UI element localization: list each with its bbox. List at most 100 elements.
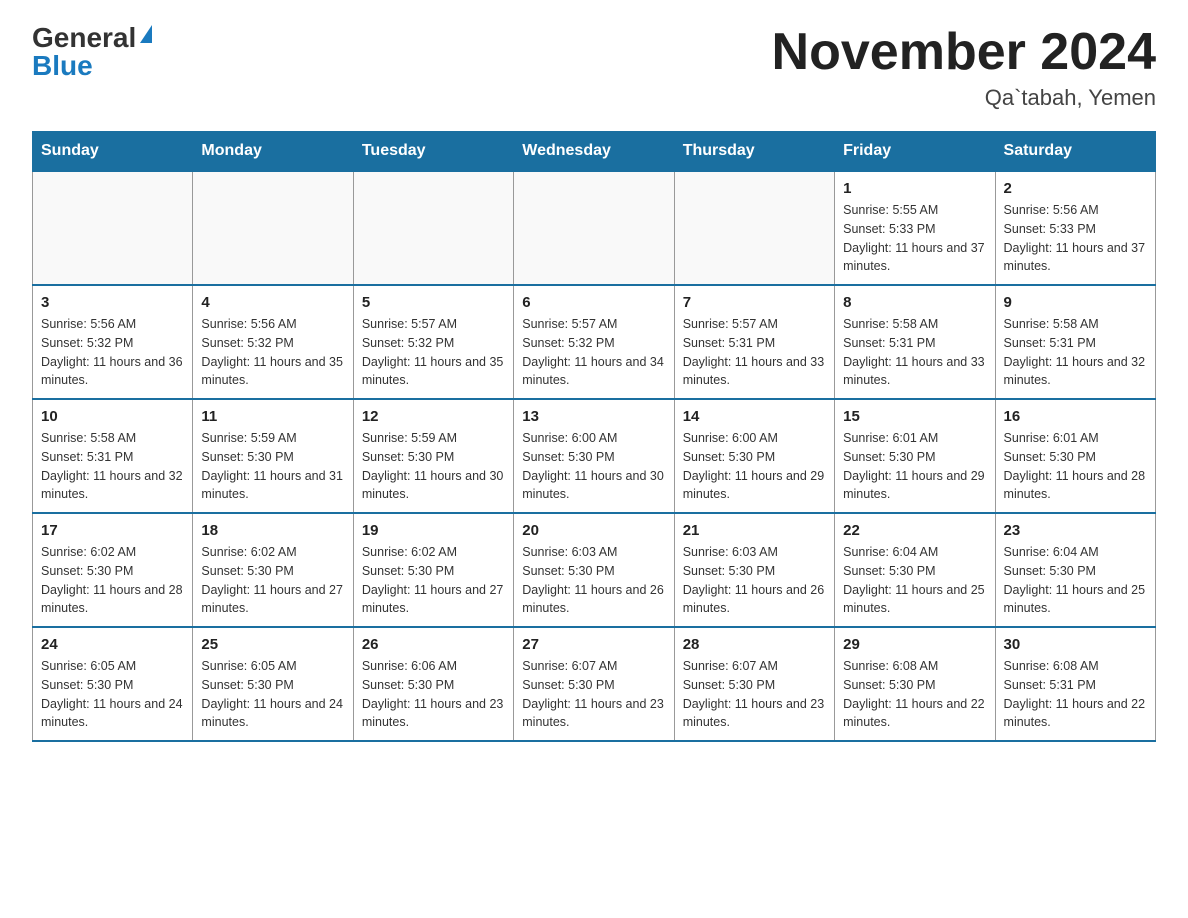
day-info: Sunrise: 6:03 AM Sunset: 5:30 PM Dayligh… — [683, 543, 826, 618]
calendar-cell: 14 Sunrise: 6:00 AM Sunset: 5:30 PM Dayli… — [674, 399, 834, 513]
calendar-cell: 29Sunrise: 6:08 AM Sunset: 5:30 PM Dayli… — [835, 627, 995, 741]
day-info: Sunrise: 6:06 AM Sunset: 5:30 PM Dayligh… — [362, 657, 505, 732]
calendar-cell: 23 Sunrise: 6:04 AM Sunset: 5:30 PM Dayli… — [995, 513, 1155, 627]
calendar-cell: 25Sunrise: 6:05 AM Sunset: 5:30 PM Dayli… — [193, 627, 353, 741]
day-number: 30 — [1004, 636, 1147, 653]
day-number: 28 — [683, 636, 826, 653]
day-number: 23 — [1004, 522, 1147, 539]
logo-blue-text: Blue — [32, 52, 93, 80]
calendar-day-header: Thursday — [674, 132, 834, 172]
day-number: 24 — [41, 636, 184, 653]
calendar-cell: 10Sunrise: 5:58 AM Sunset: 5:31 PM Dayli… — [33, 399, 193, 513]
day-info: Sunrise: 5:58 AM Sunset: 5:31 PM Dayligh… — [41, 429, 184, 504]
day-number: 20 — [522, 522, 665, 539]
day-info: Sunrise: 6:03 AM Sunset: 5:30 PM Dayligh… — [522, 543, 665, 618]
day-info: Sunrise: 6:00 AM Sunset: 5:30 PM Dayligh… — [522, 429, 665, 504]
calendar-cell: 9Sunrise: 5:58 AM Sunset: 5:31 PM Daylig… — [995, 285, 1155, 399]
day-info: Sunrise: 6:01 AM Sunset: 5:30 PM Dayligh… — [1004, 429, 1147, 504]
day-info: Sunrise: 6:00 AM Sunset: 5:30 PM Dayligh… — [683, 429, 826, 504]
calendar-cell: 8Sunrise: 5:58 AM Sunset: 5:31 PM Daylig… — [835, 285, 995, 399]
day-info: Sunrise: 6:01 AM Sunset: 5:30 PM Dayligh… — [843, 429, 986, 504]
calendar-cell: 1Sunrise: 5:55 AM Sunset: 5:33 PM Daylig… — [835, 171, 995, 285]
calendar-cell: 22 Sunrise: 6:04 AM Sunset: 5:30 PM Dayli… — [835, 513, 995, 627]
calendar-week-row: 24 Sunrise: 6:05 AM Sunset: 5:30 PM Dayli… — [33, 627, 1156, 741]
day-info: Sunrise: 6:07 AM Sunset: 5:30 PM Dayligh… — [683, 657, 826, 732]
day-info: Sunrise: 6:05 AM Sunset: 5:30 PM Dayligh… — [41, 657, 184, 732]
day-number: 14 — [683, 408, 826, 425]
logo-general-text: General — [32, 24, 136, 52]
calendar-cell: 12 Sunrise: 5:59 AM Sunset: 5:30 PM Dayli… — [353, 399, 513, 513]
calendar-cell: 24 Sunrise: 6:05 AM Sunset: 5:30 PM Dayli… — [33, 627, 193, 741]
calendar-week-row: 17 Sunrise: 6:02 AM Sunset: 5:30 PM Dayli… — [33, 513, 1156, 627]
day-info: Sunrise: 6:04 AM Sunset: 5:30 PM Dayligh… — [843, 543, 986, 618]
calendar-cell — [353, 171, 513, 285]
day-info: Sunrise: 5:56 AM Sunset: 5:32 PM Dayligh… — [41, 315, 184, 390]
day-number: 6 — [522, 294, 665, 311]
day-info: Sunrise: 6:02 AM Sunset: 5:30 PM Dayligh… — [201, 543, 344, 618]
calendar-cell: 17 Sunrise: 6:02 AM Sunset: 5:30 PM Dayli… — [33, 513, 193, 627]
day-number: 9 — [1004, 294, 1147, 311]
day-info: Sunrise: 5:57 AM Sunset: 5:31 PM Dayligh… — [683, 315, 826, 390]
day-info: Sunrise: 6:05 AM Sunset: 5:30 PM Dayligh… — [201, 657, 344, 732]
calendar-table: SundayMondayTuesdayWednesdayThursdayFrid… — [32, 131, 1156, 742]
calendar-cell: 26 Sunrise: 6:06 AM Sunset: 5:30 PM Dayli… — [353, 627, 513, 741]
day-number: 11 — [201, 408, 344, 425]
day-number: 15 — [843, 408, 986, 425]
calendar-cell: 16 Sunrise: 6:01 AM Sunset: 5:30 PM Dayli… — [995, 399, 1155, 513]
calendar-cell: 20 Sunrise: 6:03 AM Sunset: 5:30 PM Dayli… — [514, 513, 674, 627]
logo: General Blue — [32, 24, 152, 80]
day-number: 4 — [201, 294, 344, 311]
calendar-day-header: Tuesday — [353, 132, 513, 172]
calendar-cell — [193, 171, 353, 285]
calendar-day-header: Saturday — [995, 132, 1155, 172]
calendar-cell: 2Sunrise: 5:56 AM Sunset: 5:33 PM Daylig… — [995, 171, 1155, 285]
calendar-cell — [33, 171, 193, 285]
day-number: 19 — [362, 522, 505, 539]
day-number: 7 — [683, 294, 826, 311]
day-info: Sunrise: 6:02 AM Sunset: 5:30 PM Dayligh… — [41, 543, 184, 618]
day-info: Sunrise: 5:57 AM Sunset: 5:32 PM Dayligh… — [522, 315, 665, 390]
day-info: Sunrise: 6:02 AM Sunset: 5:30 PM Dayligh… — [362, 543, 505, 618]
day-info: Sunrise: 5:56 AM Sunset: 5:33 PM Dayligh… — [1004, 201, 1147, 276]
calendar-cell: 21 Sunrise: 6:03 AM Sunset: 5:30 PM Dayli… — [674, 513, 834, 627]
calendar-cell: 6 Sunrise: 5:57 AM Sunset: 5:32 PM Daylig… — [514, 285, 674, 399]
calendar-header-row: SundayMondayTuesdayWednesdayThursdayFrid… — [33, 132, 1156, 172]
day-number: 13 — [522, 408, 665, 425]
day-number: 8 — [843, 294, 986, 311]
day-info: Sunrise: 5:59 AM Sunset: 5:30 PM Dayligh… — [201, 429, 344, 504]
logo-triangle-icon — [140, 25, 152, 43]
day-number: 26 — [362, 636, 505, 653]
calendar-cell — [674, 171, 834, 285]
day-number: 18 — [201, 522, 344, 539]
day-number: 21 — [683, 522, 826, 539]
day-number: 17 — [41, 522, 184, 539]
day-number: 5 — [362, 294, 505, 311]
calendar-cell: 30 Sunrise: 6:08 AM Sunset: 5:31 PM Dayli… — [995, 627, 1155, 741]
calendar-cell: 28 Sunrise: 6:07 AM Sunset: 5:30 PM Dayli… — [674, 627, 834, 741]
calendar-cell: 3Sunrise: 5:56 AM Sunset: 5:32 PM Daylig… — [33, 285, 193, 399]
calendar-subtitle: Qa`tabah, Yemen — [772, 85, 1156, 111]
day-number: 12 — [362, 408, 505, 425]
day-info: Sunrise: 6:04 AM Sunset: 5:30 PM Dayligh… — [1004, 543, 1147, 618]
calendar-cell: 19 Sunrise: 6:02 AM Sunset: 5:30 PM Dayli… — [353, 513, 513, 627]
day-info: Sunrise: 6:07 AM Sunset: 5:30 PM Dayligh… — [522, 657, 665, 732]
calendar-day-header: Monday — [193, 132, 353, 172]
calendar-day-header: Sunday — [33, 132, 193, 172]
calendar-cell: 18 Sunrise: 6:02 AM Sunset: 5:30 PM Dayli… — [193, 513, 353, 627]
day-number: 16 — [1004, 408, 1147, 425]
day-number: 22 — [843, 522, 986, 539]
title-block: November 2024 Qa`tabah, Yemen — [772, 24, 1156, 111]
calendar-week-row: 3Sunrise: 5:56 AM Sunset: 5:32 PM Daylig… — [33, 285, 1156, 399]
day-info: Sunrise: 5:57 AM Sunset: 5:32 PM Dayligh… — [362, 315, 505, 390]
calendar-week-row: 10Sunrise: 5:58 AM Sunset: 5:31 PM Dayli… — [33, 399, 1156, 513]
calendar-cell: 5 Sunrise: 5:57 AM Sunset: 5:32 PM Daylig… — [353, 285, 513, 399]
day-info: Sunrise: 5:59 AM Sunset: 5:30 PM Dayligh… — [362, 429, 505, 504]
day-info: Sunrise: 5:56 AM Sunset: 5:32 PM Dayligh… — [201, 315, 344, 390]
day-info: Sunrise: 6:08 AM Sunset: 5:31 PM Dayligh… — [1004, 657, 1147, 732]
calendar-cell — [514, 171, 674, 285]
calendar-day-header: Friday — [835, 132, 995, 172]
calendar-cell: 27Sunrise: 6:07 AM Sunset: 5:30 PM Dayli… — [514, 627, 674, 741]
calendar-title: November 2024 — [772, 24, 1156, 81]
calendar-cell: 11 Sunrise: 5:59 AM Sunset: 5:30 PM Dayli… — [193, 399, 353, 513]
day-number: 1 — [843, 180, 986, 197]
